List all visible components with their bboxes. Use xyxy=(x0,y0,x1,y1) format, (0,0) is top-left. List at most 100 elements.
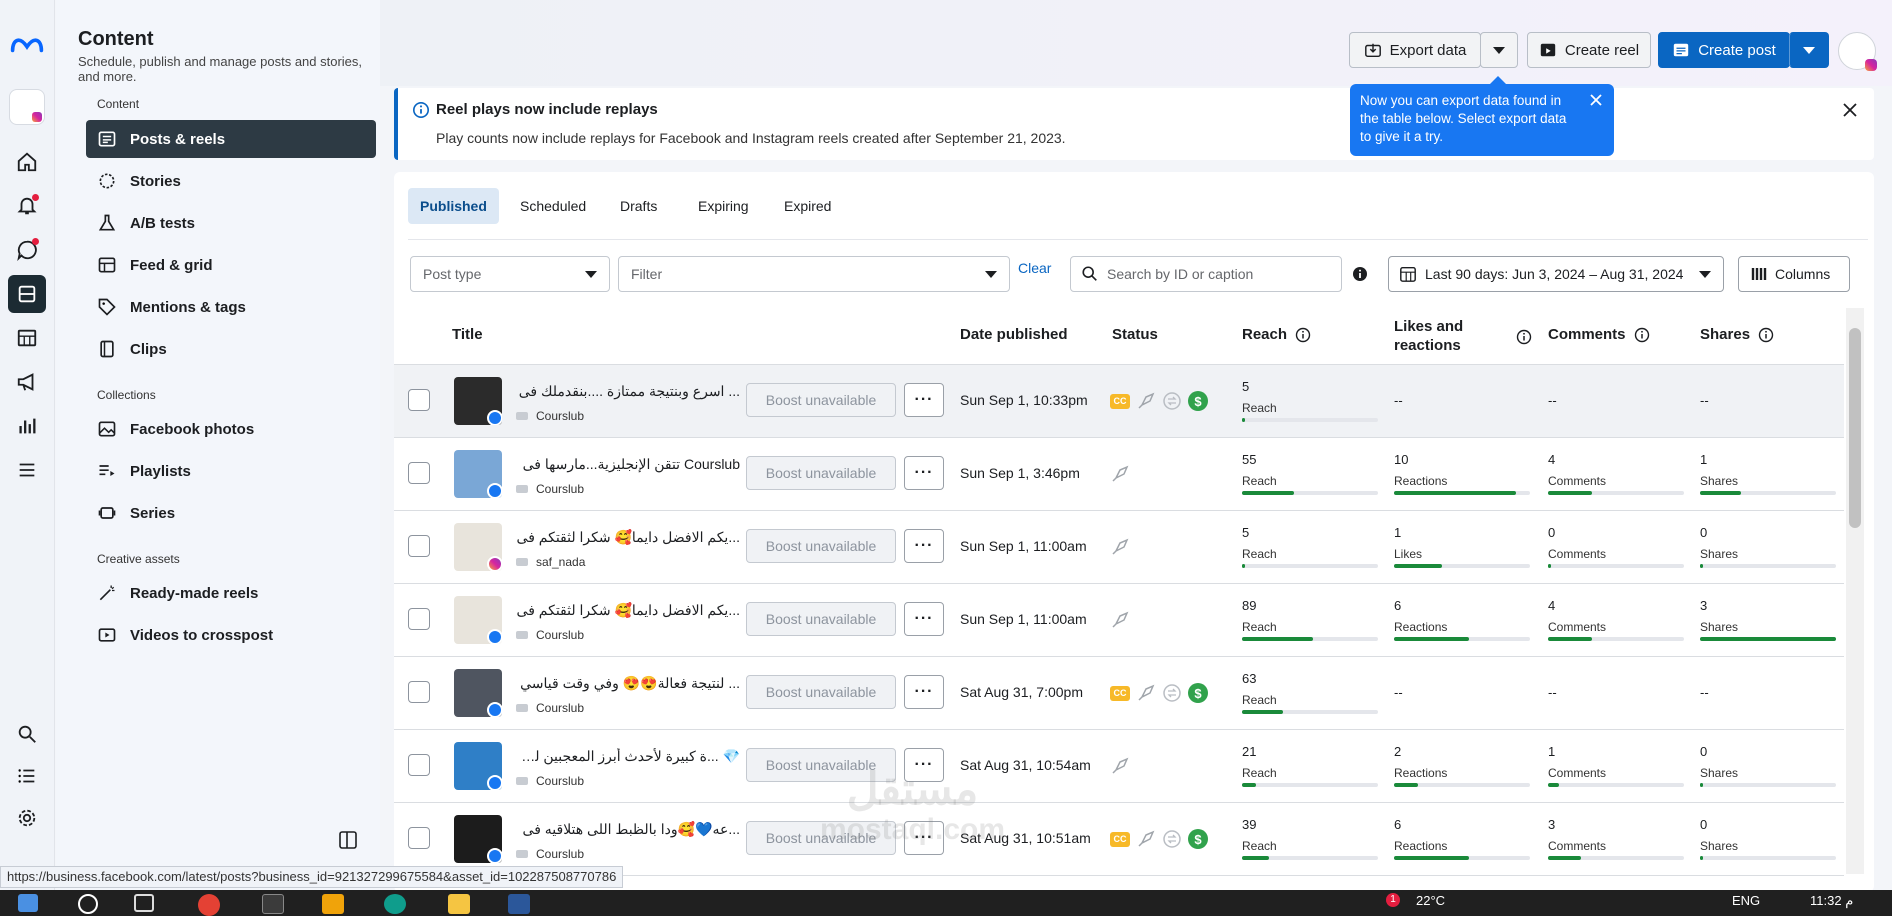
info-icon[interactable] xyxy=(1634,327,1650,343)
row-checkbox[interactable] xyxy=(408,462,430,484)
post-thumbnail[interactable] xyxy=(454,742,502,790)
sidebar-item-series[interactable]: Series xyxy=(86,494,376,532)
boost-unavailable-button[interactable]: Boost unavailable xyxy=(746,456,896,490)
sidebar-item-stories[interactable]: Stories xyxy=(86,162,376,200)
table-row[interactable]: ...يكم الافضل دايما🥰 شكرا لثقتكم فى saf_n… xyxy=(394,511,1844,584)
column-header-reach[interactable]: Reach xyxy=(1242,326,1311,343)
scrollbar-thumb[interactable] xyxy=(1849,328,1861,528)
sidebar-item-posts-reels[interactable]: Posts & reels xyxy=(86,120,376,158)
post-caption[interactable]: ... اسرع وبنتيجة ممتازة ....بنقدملك فى xyxy=(516,383,740,400)
task-view-icon[interactable] xyxy=(134,894,154,912)
table-row[interactable]: 💎 ...ة كبيرة لأحدث أبرز المعجبين لديّ! Co… xyxy=(394,730,1844,803)
more-options-button[interactable]: ··· xyxy=(904,456,944,490)
settings-gear-icon[interactable] xyxy=(13,804,41,832)
post-caption[interactable]: ...يكم الافضل دايما🥰 شكرا لثقتكم فى xyxy=(516,529,740,546)
more-options-button[interactable]: ··· xyxy=(904,602,944,636)
post-thumbnail[interactable] xyxy=(454,815,502,863)
inbox-icon[interactable] xyxy=(13,236,41,264)
sidebar-item-mentions-tags[interactable]: Mentions & tags xyxy=(86,288,376,326)
search-input[interactable]: Search by ID or caption xyxy=(1070,256,1342,292)
row-checkbox[interactable] xyxy=(408,389,430,411)
close-icon[interactable] xyxy=(1840,100,1860,120)
table-scrollbar[interactable] xyxy=(1846,308,1864,874)
column-header-shares[interactable]: Shares xyxy=(1700,326,1774,343)
row-checkbox[interactable] xyxy=(408,754,430,776)
tab-expired[interactable]: Expired xyxy=(772,188,843,224)
info-icon[interactable] xyxy=(1295,327,1311,343)
date-range-button[interactable]: Last 90 days: Jun 3, 2024 – Aug 31, 2024 xyxy=(1388,256,1724,292)
home-icon[interactable] xyxy=(13,148,41,176)
column-header-likes[interactable]: Likes and reactions xyxy=(1394,317,1524,355)
post-caption[interactable]: ...يكم الافضل دايما🥰 شكرا لثقتكم فى xyxy=(516,602,740,619)
content-icon[interactable] xyxy=(8,275,46,313)
column-header-comments[interactable]: Comments xyxy=(1548,326,1650,343)
post-thumbnail[interactable] xyxy=(454,669,502,717)
post-caption[interactable]: 💎 ...ة كبيرة لأحدث أبرز المعجبين لديّ! xyxy=(516,748,740,765)
post-thumbnail[interactable] xyxy=(454,377,502,425)
more-options-button[interactable]: ··· xyxy=(904,383,944,417)
row-checkbox[interactable] xyxy=(408,535,430,557)
row-checkbox[interactable] xyxy=(408,827,430,849)
business-avatar[interactable] xyxy=(9,89,45,125)
notifications-icon[interactable] xyxy=(13,192,41,220)
table-row[interactable]: Courslub تتقن الإنجليزية...مارسها فى Cour… xyxy=(394,438,1844,511)
tab-drafts[interactable]: Drafts xyxy=(608,188,669,224)
create-post-button[interactable]: Create post xyxy=(1658,32,1790,68)
sidebar-item-clips[interactable]: Clips xyxy=(86,330,376,368)
table-row[interactable]: ...يكم الافضل دايما🥰 شكرا لثقتكم فى Cours… xyxy=(394,584,1844,657)
create-reel-button[interactable]: Create reel xyxy=(1527,32,1651,68)
chrome-icon[interactable] xyxy=(198,894,220,916)
post-caption[interactable]: ... لنتيجة فعالة😍😍 وفي وقت قياسي xyxy=(516,675,740,692)
collapse-sidebar-icon[interactable] xyxy=(338,830,358,850)
taskbar-search-icon[interactable] xyxy=(78,894,98,914)
more-options-button[interactable]: ··· xyxy=(904,675,944,709)
create-post-dropdown-button[interactable] xyxy=(1789,32,1829,68)
file-explorer-icon[interactable] xyxy=(448,894,470,914)
boost-unavailable-button[interactable]: Boost unavailable xyxy=(746,602,896,636)
row-checkbox[interactable] xyxy=(408,608,430,630)
columns-button[interactable]: Columns xyxy=(1738,256,1850,292)
info-icon[interactable] xyxy=(1516,329,1532,345)
sidebar-item-ready-made-reels[interactable]: Ready-made reels xyxy=(86,574,376,612)
info-icon[interactable] xyxy=(1758,327,1774,343)
store-icon[interactable] xyxy=(322,894,344,914)
media-app-icon[interactable] xyxy=(262,894,284,914)
word-icon[interactable] xyxy=(508,894,530,914)
table-row[interactable]: ... لنتيجة فعالة😍😍 وفي وقت قياسي Courslub… xyxy=(394,657,1844,730)
sidebar-item-ab-tests[interactable]: A/B tests xyxy=(86,204,376,242)
post-thumbnail[interactable] xyxy=(454,596,502,644)
account-avatar[interactable] xyxy=(1838,32,1877,71)
meta-logo-icon[interactable] xyxy=(9,34,45,56)
row-checkbox[interactable] xyxy=(408,681,430,703)
windows-start-icon[interactable] xyxy=(18,894,38,912)
planner-icon[interactable] xyxy=(13,324,41,352)
sidebar-item-videos-to-crosspost[interactable]: Videos to crosspost xyxy=(86,616,376,654)
tab-scheduled[interactable]: Scheduled xyxy=(508,188,598,224)
insights-icon[interactable] xyxy=(13,412,41,440)
search-icon[interactable] xyxy=(13,720,41,748)
table-row[interactable]: ... اسرع وبنتيجة ممتازة ....بنقدملك فى Co… xyxy=(394,365,1844,438)
tab-expiring[interactable]: Expiring xyxy=(686,188,761,224)
sidebar-item-facebook-photos[interactable]: Facebook photos xyxy=(86,410,376,448)
column-header-date[interactable]: Date published xyxy=(960,326,1068,343)
sidebar-item-feed-grid[interactable]: Feed & grid xyxy=(86,246,376,284)
weather-temperature[interactable]: 22°C xyxy=(1416,893,1445,908)
tab-published[interactable]: Published xyxy=(408,188,499,224)
export-dropdown-button[interactable] xyxy=(1480,32,1518,68)
clock[interactable]: 11:32 م xyxy=(1810,893,1853,909)
column-header-title[interactable]: Title xyxy=(452,326,483,343)
column-header-status[interactable]: Status xyxy=(1112,326,1158,343)
more-options-button[interactable]: ··· xyxy=(904,529,944,563)
sidebar-item-playlists[interactable]: Playlists xyxy=(86,452,376,490)
info-icon[interactable] xyxy=(1352,266,1368,282)
ads-icon[interactable] xyxy=(13,368,41,396)
post-caption[interactable]: Courslub تتقن الإنجليزية...مارسها فى xyxy=(516,456,740,473)
post-thumbnail[interactable] xyxy=(454,450,502,498)
language-indicator[interactable]: ENG xyxy=(1732,893,1760,908)
post-type-select[interactable]: Post type xyxy=(410,256,610,292)
list-icon[interactable] xyxy=(13,762,41,790)
clear-filters-link[interactable]: Clear xyxy=(1018,260,1051,276)
boost-unavailable-button[interactable]: Boost unavailable xyxy=(746,383,896,417)
boost-unavailable-button[interactable]: Boost unavailable xyxy=(746,675,896,709)
edge-icon[interactable] xyxy=(384,894,406,914)
